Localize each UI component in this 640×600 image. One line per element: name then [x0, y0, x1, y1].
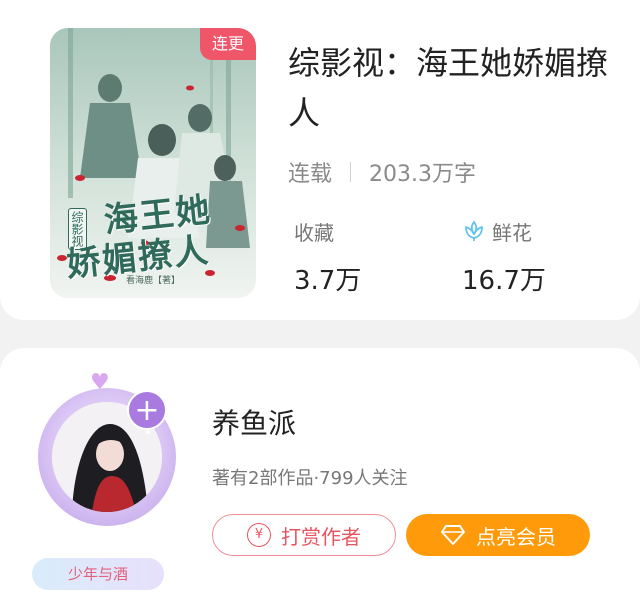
diamond-icon — [441, 525, 465, 545]
meta-divider — [350, 162, 352, 182]
favorites-label: 收藏 — [294, 220, 334, 245]
book-cover[interactable]: 综影视 海王她 娇媚撩人 看海鹿【著】 连更 — [50, 28, 256, 298]
yen-coin-icon: ¥ — [247, 523, 271, 547]
favorites-value: 3.7万 — [294, 266, 362, 296]
cover-author: 看海鹿【著】 — [125, 276, 180, 286]
tip-author-label: 打赏作者 — [281, 524, 361, 549]
tip-author-button[interactable]: ¥ 打赏作者 — [212, 514, 396, 556]
book-meta-row: 连载 203.3万字 — [288, 156, 476, 188]
word-count: 203.3万字 — [369, 162, 476, 187]
flowers-stat[interactable]: 鲜花 16.7万 — [462, 216, 546, 297]
activate-membership-label: 点亮会员 — [476, 524, 556, 549]
favorites-stat: 收藏 3.7万 — [294, 216, 361, 297]
update-status-badge: 连更 — [200, 28, 256, 60]
serial-status: 连载 — [288, 162, 333, 187]
activate-membership-button[interactable]: 点亮会员 — [406, 514, 590, 556]
flowers-label-row: 鲜花 — [462, 216, 546, 246]
author-name[interactable]: 养鱼派 — [212, 402, 296, 442]
book-info-card: 综影视 海王她 娇媚撩人 看海鹿【著】 连更 综影视：海王她娇媚撩人 连载 20… — [0, 0, 640, 320]
book-title: 综影视：海王她娇媚撩人 — [288, 45, 609, 131]
follow-plus-icon[interactable]: + — [127, 390, 167, 430]
avatar-frame-tag: 少年与酒 — [32, 558, 164, 590]
lotus-flower-icon — [465, 220, 483, 241]
author-avatar-block[interactable]: ♥ + 少年与酒 — [32, 370, 182, 590]
author-card: ♥ + 少年与酒 养鱼派 著有2部作品·799人关注 ¥ 打赏作者 点亮会员 — [0, 348, 640, 600]
flowers-label: 鲜花 — [492, 220, 532, 245]
flowers-value: 16.7万 — [462, 266, 546, 296]
author-stats: 著有2部作品·799人关注 — [212, 468, 408, 489]
